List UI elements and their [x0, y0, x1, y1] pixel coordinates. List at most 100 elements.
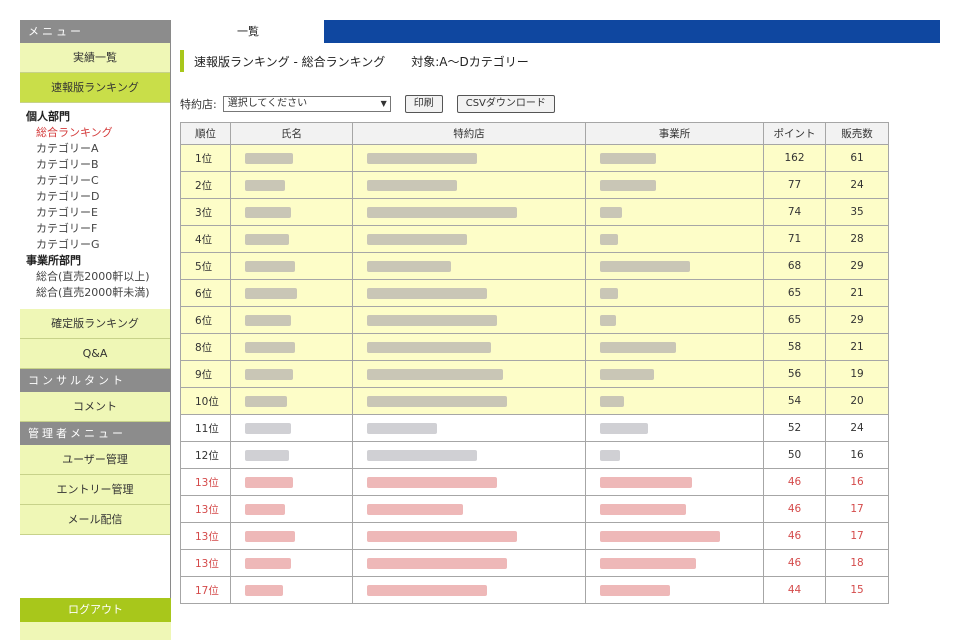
dealer-cell — [352, 306, 586, 334]
table-row: 6位 65 21 — [180, 279, 889, 307]
name-cell — [230, 144, 353, 172]
category-link-a[interactable]: カテゴリーA — [26, 141, 170, 157]
name-cell — [230, 360, 353, 388]
redacted-office — [600, 287, 618, 299]
col-header-points: ポイント — [763, 122, 826, 145]
points-cell: 74 — [763, 198, 826, 226]
results-list-button[interactable]: 実績一覧 — [20, 43, 170, 73]
dealer-cell — [352, 144, 586, 172]
category-link-overall[interactable]: 総合ランキング — [26, 125, 170, 141]
name-cell — [230, 441, 353, 469]
office-cell — [585, 279, 764, 307]
sales-cell: 18 — [825, 549, 889, 577]
entry-management-button[interactable]: エントリー管理 — [20, 475, 170, 505]
dealer-cell — [352, 549, 586, 577]
redacted-name — [245, 530, 295, 542]
name-cell — [230, 252, 353, 280]
category-link-c[interactable]: カテゴリーC — [26, 173, 170, 189]
points-cell: 54 — [763, 387, 826, 415]
sales-cell: 19 — [825, 360, 889, 388]
title-accent-bar — [180, 50, 184, 72]
sales-cell: 28 — [825, 225, 889, 253]
rank-cell: 6位 — [180, 306, 231, 334]
qa-button[interactable]: Q&A — [20, 339, 170, 369]
office-cell — [585, 387, 764, 415]
redacted-office — [600, 476, 692, 488]
print-button[interactable]: 印刷 — [404, 95, 443, 113]
page-title-row: 速報版ランキング - 総合ランキング 対象:A〜Dカテゴリー — [180, 50, 890, 72]
category-list: 個人部門 総合ランキング カテゴリーA カテゴリーB カテゴリーC カテゴリーD… — [20, 103, 170, 309]
redacted-dealer — [367, 503, 463, 515]
name-cell — [230, 495, 353, 523]
dealer-cell — [352, 414, 586, 442]
points-cell: 58 — [763, 333, 826, 361]
table-row: 4位 71 28 — [180, 225, 889, 253]
redacted-name — [245, 233, 289, 245]
redacted-name — [245, 179, 285, 191]
logout-button[interactable]: ログアウト — [20, 598, 171, 622]
office-cell — [585, 468, 764, 496]
office-cell — [585, 333, 764, 361]
redacted-office — [600, 584, 670, 596]
col-header-dealer: 特約店 — [352, 122, 586, 145]
redacted-name — [245, 503, 285, 515]
redacted-office — [600, 368, 654, 380]
category-link-f[interactable]: カテゴリーF — [26, 221, 170, 237]
name-cell — [230, 198, 353, 226]
individual-section-heading: 個人部門 — [26, 110, 70, 123]
rank-cell: 4位 — [180, 225, 231, 253]
dealer-filter-label: 特約店: — [180, 98, 217, 111]
dealer-cell — [352, 279, 586, 307]
comment-button[interactable]: コメント — [20, 392, 170, 422]
final-ranking-button[interactable]: 確定版ランキング — [20, 309, 170, 339]
redacted-name — [245, 449, 289, 461]
table-row: 13位 46 17 — [180, 495, 889, 523]
col-header-sales: 販売数 — [825, 122, 889, 145]
redacted-name — [245, 422, 291, 434]
redacted-dealer — [367, 233, 467, 245]
category-link-e[interactable]: カテゴリーE — [26, 205, 170, 221]
points-cell: 50 — [763, 441, 826, 469]
redacted-office — [600, 152, 656, 164]
sales-cell: 15 — [825, 576, 889, 604]
table-row: 13位 46 17 — [180, 522, 889, 550]
table-row: 1位 162 61 — [180, 144, 889, 172]
rank-cell: 2位 — [180, 171, 231, 199]
rank-cell: 3位 — [180, 198, 231, 226]
redacted-office — [600, 530, 720, 542]
redacted-office — [600, 557, 696, 569]
points-cell: 162 — [763, 144, 826, 172]
office-cell — [585, 414, 764, 442]
redacted-name — [245, 584, 283, 596]
redacted-dealer — [367, 476, 497, 488]
table-row: 13位 46 18 — [180, 549, 889, 577]
menu-header: メニュー — [20, 20, 170, 43]
rank-cell: 1位 — [180, 144, 231, 172]
redacted-dealer — [367, 152, 477, 164]
redacted-name — [245, 368, 293, 380]
redacted-office — [600, 422, 648, 434]
redacted-name — [245, 476, 293, 488]
tab-list[interactable]: 一覧 — [172, 20, 324, 43]
table-row: 12位 50 16 — [180, 441, 889, 469]
points-cell: 46 — [763, 495, 826, 523]
prelim-ranking-button[interactable]: 速報版ランキング — [20, 73, 170, 103]
category-link-b[interactable]: カテゴリーB — [26, 157, 170, 173]
office-cell — [585, 198, 764, 226]
office-link-small[interactable]: 総合(直売2000軒未満) — [26, 285, 170, 301]
office-link-large[interactable]: 総合(直売2000軒以上) — [26, 269, 170, 285]
category-link-d[interactable]: カテゴリーD — [26, 189, 170, 205]
dealer-cell — [352, 333, 586, 361]
redacted-dealer — [367, 584, 487, 596]
points-cell: 44 — [763, 576, 826, 604]
redacted-name — [245, 314, 291, 326]
name-cell — [230, 549, 353, 577]
rank-cell: 10位 — [180, 387, 231, 415]
category-link-g[interactable]: カテゴリーG — [26, 237, 170, 253]
office-cell — [585, 495, 764, 523]
dealer-cell — [352, 387, 586, 415]
mail-delivery-button[interactable]: メール配信 — [20, 505, 170, 535]
dealer-select[interactable]: 選択してください ▼ — [222, 96, 391, 112]
user-management-button[interactable]: ユーザー管理 — [20, 445, 170, 475]
csv-download-button[interactable]: CSVダウンロード — [456, 95, 555, 113]
